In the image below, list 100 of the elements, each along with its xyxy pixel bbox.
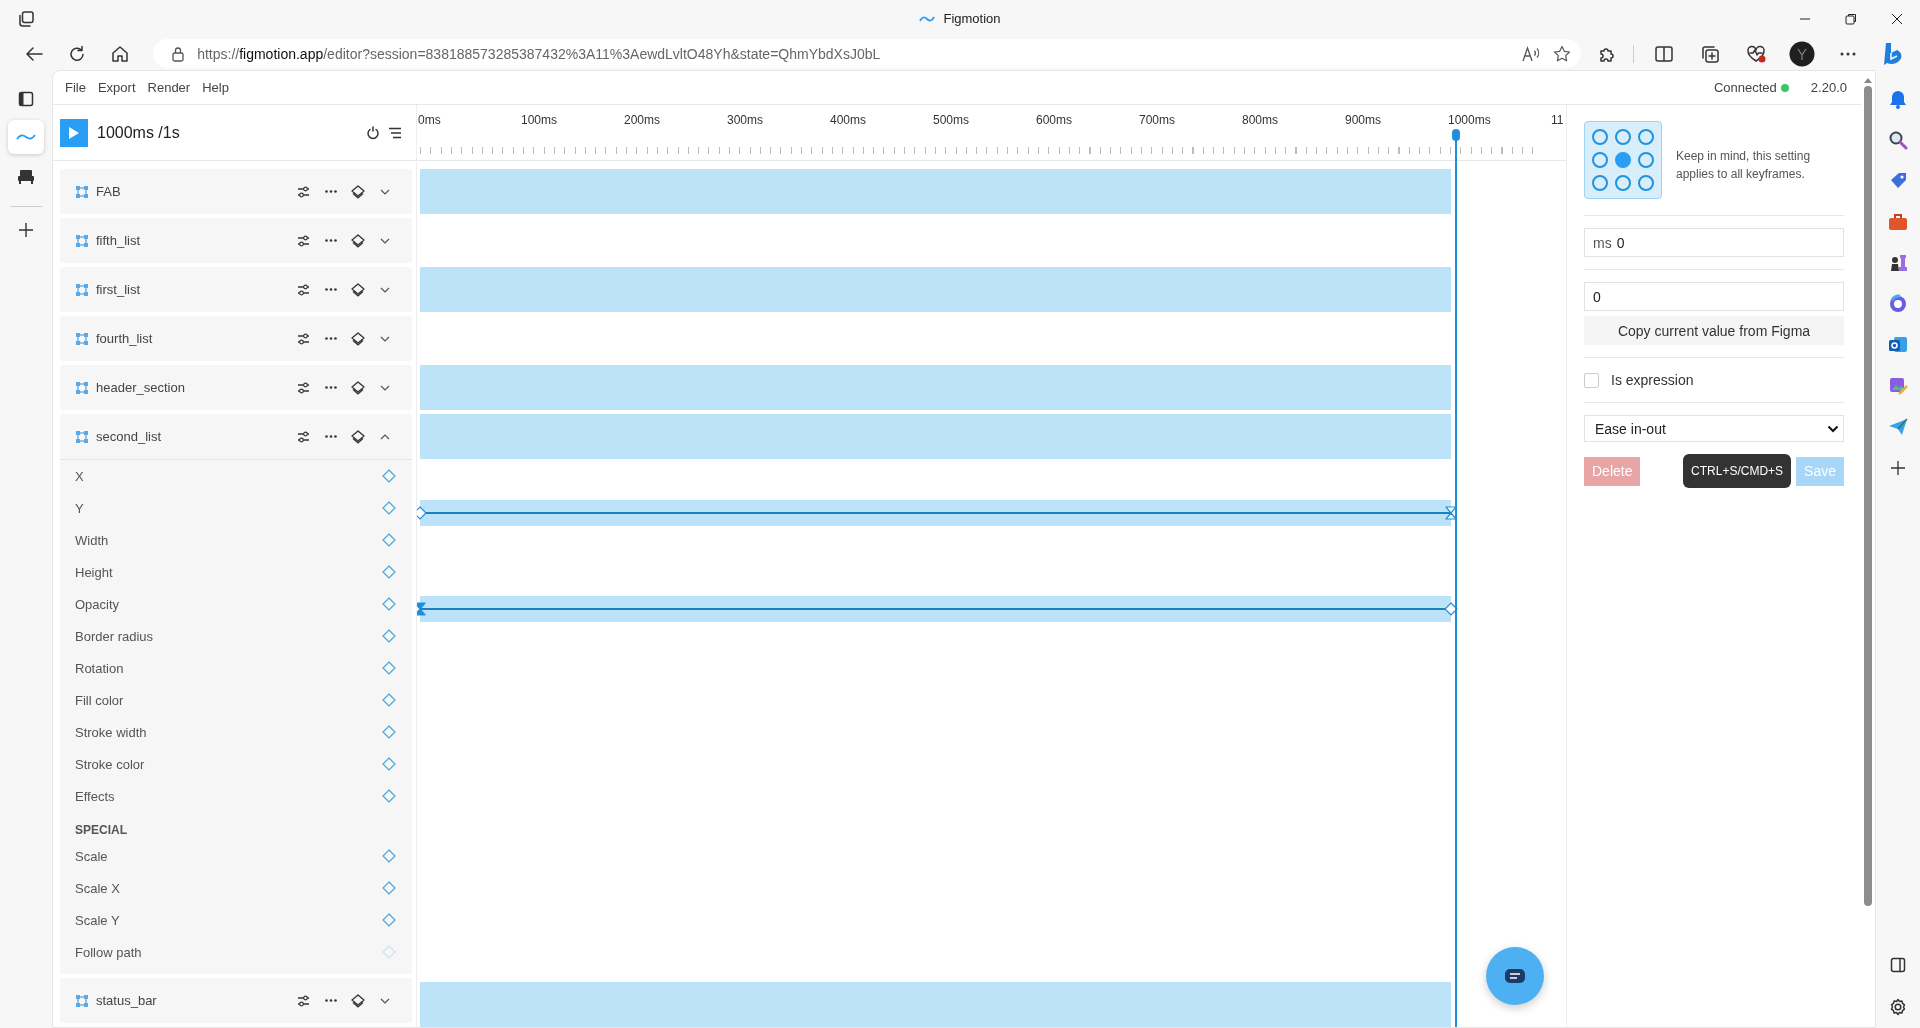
time-tick-label: 11 bbox=[1551, 113, 1565, 127]
time-tick-label: 300ms bbox=[727, 113, 765, 127]
add-keyframe-button[interactable] bbox=[381, 788, 397, 804]
keyframe-diamond-icon[interactable] bbox=[417, 506, 427, 520]
property-name: X bbox=[75, 468, 84, 484]
paper-plane-icon bbox=[1888, 417, 1908, 437]
time-tick-label: 100ms bbox=[521, 113, 559, 127]
add-keyframe-button[interactable] bbox=[381, 500, 397, 516]
home-icon bbox=[110, 44, 129, 63]
diamond-icon bbox=[381, 756, 397, 772]
add-keyframe-button[interactable] bbox=[381, 724, 397, 740]
time-tick-label: 700ms bbox=[1139, 113, 1177, 127]
add-keyframe-button[interactable] bbox=[381, 628, 397, 644]
sliders-icon bbox=[297, 185, 310, 198]
chevron-icon bbox=[1827, 424, 1839, 433]
add-keyframe-button[interactable] bbox=[381, 564, 397, 580]
plus-icon bbox=[18, 222, 34, 238]
restore-icon bbox=[1845, 12, 1857, 25]
hint-text: Keep in mind, this setting applies to all keyframes. bbox=[1676, 148, 1812, 183]
menu-item[interactable]: File bbox=[59, 80, 92, 95]
app-tab[interactable] bbox=[8, 120, 44, 154]
loop-icon[interactable] bbox=[366, 125, 380, 140]
diamond-icon bbox=[381, 628, 397, 644]
play-button[interactable] bbox=[60, 118, 88, 147]
property-name: Follow path bbox=[75, 944, 142, 960]
layer-name[interactable]: second_list bbox=[96, 429, 162, 444]
more-icon bbox=[324, 239, 337, 242]
sliders-icon bbox=[297, 332, 310, 345]
read-aloud-icon[interactable] bbox=[1521, 45, 1541, 62]
sidebar-panel-icon bbox=[18, 91, 34, 107]
list-icon[interactable] bbox=[388, 126, 402, 139]
add-keyframe-button[interactable] bbox=[381, 692, 397, 708]
add-keyframe-button[interactable] bbox=[381, 880, 397, 896]
tag-icon bbox=[1888, 171, 1908, 191]
chess-pieces-icon bbox=[1888, 253, 1908, 273]
chevron-icon bbox=[379, 433, 390, 440]
address-bar[interactable]: https://figmotion.app/editor?session=838188573285387432%3A11%3AewdLvltO48Yh&state=QhmYbdXsJ0bL bbox=[153, 39, 1581, 68]
chevron-icon bbox=[379, 384, 390, 391]
star-icon[interactable] bbox=[1553, 44, 1571, 63]
diamond-icon bbox=[381, 596, 397, 612]
add-keyframe-button[interactable] bbox=[381, 848, 397, 864]
chevron-icon bbox=[379, 188, 390, 195]
menu-item[interactable]: Help bbox=[196, 80, 235, 95]
value-field[interactable]: 0 bbox=[1584, 282, 1844, 311]
more-icon bbox=[324, 288, 337, 291]
diamond-icon bbox=[381, 564, 397, 580]
more-icon bbox=[324, 435, 337, 438]
copy-value-button[interactable]: Copy current value from Figma bbox=[1584, 316, 1844, 345]
keyframe-hourglass-icon[interactable] bbox=[417, 602, 427, 616]
tabs-icon[interactable] bbox=[18, 10, 34, 27]
playhead[interactable] bbox=[1450, 129, 1462, 1027]
keyframe-hourglass-icon[interactable] bbox=[1444, 506, 1458, 520]
add-keyframe-button[interactable] bbox=[381, 912, 397, 928]
section-heading: SPECIAL bbox=[75, 823, 127, 837]
sliders-icon bbox=[297, 430, 310, 443]
layer-name[interactable]: fourth_list bbox=[96, 331, 153, 346]
property-name: Width bbox=[75, 532, 109, 548]
property-name: Stroke width bbox=[75, 724, 147, 740]
layer-name[interactable]: status_bar bbox=[96, 993, 157, 1008]
component-icon bbox=[76, 283, 88, 296]
component-icon bbox=[76, 332, 88, 345]
component-icon bbox=[76, 234, 88, 247]
layer-name[interactable]: header_section bbox=[96, 380, 185, 395]
diamond-icon bbox=[381, 500, 397, 516]
layers-icon bbox=[350, 184, 365, 199]
add-keyframe-button[interactable] bbox=[381, 468, 397, 484]
collections-icon bbox=[1701, 44, 1719, 63]
component-icon bbox=[76, 994, 88, 1007]
scroll-up-icon[interactable] bbox=[1863, 77, 1873, 83]
layer-name[interactable]: FAB bbox=[96, 184, 121, 199]
checkbox-label: Is expression bbox=[1611, 372, 1694, 388]
add-keyframe-button[interactable] bbox=[381, 596, 397, 612]
chat-button[interactable] bbox=[1486, 947, 1544, 1005]
easing-dropdown[interactable]: Ease in-out bbox=[1584, 415, 1844, 442]
time-field[interactable]: ms 0 bbox=[1584, 228, 1844, 257]
property-name: Rotation bbox=[75, 660, 124, 676]
checkbox[interactable] bbox=[1584, 372, 1599, 388]
layers-icon bbox=[350, 331, 365, 346]
more-icon bbox=[324, 386, 337, 389]
more-icon bbox=[324, 337, 337, 340]
menu-item[interactable]: Export bbox=[91, 80, 142, 95]
ring-icon bbox=[1888, 294, 1908, 314]
layers-icon bbox=[350, 282, 365, 297]
add-keyframe-button[interactable] bbox=[381, 756, 397, 772]
scrollbar-thumb[interactable] bbox=[1864, 86, 1872, 906]
window-title: Figmotion bbox=[943, 11, 1001, 26]
property-name: Stroke color bbox=[75, 756, 145, 772]
heart-pulse-icon bbox=[1746, 44, 1766, 63]
layer-name[interactable]: first_list bbox=[96, 282, 141, 297]
add-keyframe-button[interactable] bbox=[381, 660, 397, 676]
diamond-icon bbox=[381, 532, 397, 548]
property-name: Border radius bbox=[75, 628, 154, 644]
briefcase-icon bbox=[1888, 212, 1908, 232]
refresh-icon bbox=[67, 44, 86, 63]
menu-item[interactable]: Render bbox=[141, 80, 197, 95]
layer-name[interactable]: fifth_list bbox=[96, 233, 141, 248]
chevron-icon bbox=[379, 335, 390, 342]
component-icon bbox=[76, 430, 88, 443]
add-keyframe-button[interactable] bbox=[381, 532, 397, 548]
more-icon bbox=[324, 999, 337, 1002]
